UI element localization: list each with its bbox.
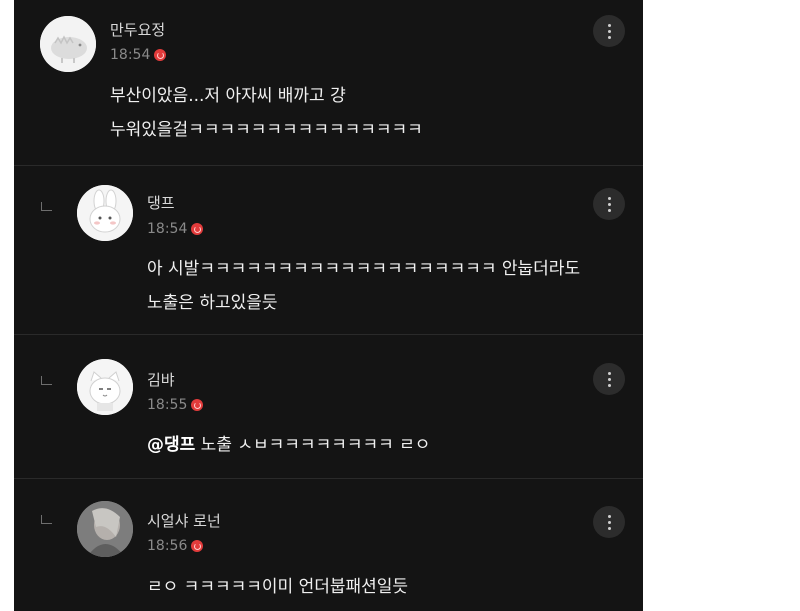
comment-line: 부산이았음...저 아자씨 배까고 걍 (110, 86, 346, 106)
reply-arrow-icon (41, 376, 52, 385)
dinosaur-avatar-icon (40, 16, 96, 72)
new-badge-icon (154, 49, 167, 61)
comment-nickname[interactable]: 댕프 (147, 192, 175, 213)
dot-icon (607, 377, 611, 381)
dot-icon (607, 29, 611, 33)
comment-reply-item: 김뱌 18:55 @댕프 노출 ㅅㅂㅋㅋㅋㅋㅋㅋㅋㅋ ㄹㅇ (14, 335, 643, 478)
comment-text: 노출 ㅅㅂㅋㅋㅋㅋㅋㅋㅋㅋ ㄹㅇ (195, 435, 431, 455)
new-badge-icon (191, 399, 204, 411)
dot-icon (607, 371, 611, 375)
comment-reply-item: 댕프 18:54 아 시발ㅋㅋㅋㅋㅋㅋㅋㅋㅋㅋㅋㅋㅋㅋㅋㅋㅋㅋㅋ 안눕더라도 노… (14, 166, 643, 334)
comment-timestamp: 18:56 (147, 538, 188, 554)
comment-nickname[interactable]: 김뱌 (147, 369, 175, 390)
cat-avatar-icon (77, 359, 133, 415)
comment-body: 아 시발ㅋㅋㅋㅋㅋㅋㅋㅋㅋㅋㅋㅋㅋㅋㅋㅋㅋㅋㅋ 안눕더라도 노출은 하고있을듯 (147, 252, 580, 320)
new-badge-icon (191, 540, 204, 552)
dot-icon (607, 208, 611, 212)
more-options-button[interactable] (593, 506, 625, 538)
comment-timestamp: 18:54 (110, 47, 151, 63)
comment-body: ㄹㅇ ㅋㅋㅋㅋㅋ이미 언더붑패션일듯 (147, 570, 408, 604)
dot-icon (607, 196, 611, 200)
comment-time: 18:55 (147, 397, 204, 413)
dot-icon (607, 520, 611, 524)
comment-item: 만두요정 18:54 부산이았음...저 아자씨 배까고 걍 누워있을걸ㅋㅋㅋㅋ… (14, 0, 643, 165)
dot-icon (607, 23, 611, 27)
comment-time: 18:54 (110, 47, 167, 63)
comment-timestamp: 18:54 (147, 221, 188, 237)
comment-body: @댕프 노출 ㅅㅂㅋㅋㅋㅋㅋㅋㅋㅋ ㄹㅇ (147, 428, 430, 462)
avatar[interactable] (77, 501, 133, 557)
mention-link[interactable]: @댕프 (147, 435, 195, 455)
more-options-button[interactable] (593, 188, 625, 220)
comment-reply-item: 시얼샤 로넌 18:56 ㄹㅇ ㅋㅋㅋㅋㅋ이미 언더붑패션일듯 (14, 479, 643, 611)
reply-arrow-icon (41, 515, 52, 524)
dot-icon (607, 383, 611, 387)
comment-timestamp: 18:55 (147, 397, 188, 413)
new-badge-icon (191, 223, 204, 235)
avatar[interactable] (77, 185, 133, 241)
more-options-button[interactable] (593, 363, 625, 395)
comment-body: 부산이았음...저 아자씨 배까고 걍 누워있을걸ㅋㅋㅋㅋㅋㅋㅋㅋㅋㅋㅋㅋㅋㅋㅋ (110, 79, 423, 147)
reply-arrow-icon (41, 202, 52, 211)
dot-icon (607, 202, 611, 206)
dot-icon (607, 526, 611, 530)
rabbit-avatar-icon (77, 185, 133, 241)
photo-avatar-icon (77, 501, 133, 557)
more-options-button[interactable] (593, 15, 625, 47)
comment-line: ㄹㅇ ㅋㅋㅋㅋㅋ이미 언더붑패션일듯 (147, 577, 409, 597)
comment-line: 아 시발ㅋㅋㅋㅋㅋㅋㅋㅋㅋㅋㅋㅋㅋㅋㅋㅋㅋㅋㅋ 안눕더라도 (147, 259, 581, 279)
dot-icon (607, 514, 611, 518)
comment-line: 노출은 하고있을듯 (147, 293, 278, 313)
avatar[interactable] (40, 16, 96, 72)
comment-nickname[interactable]: 만두요정 (110, 19, 165, 40)
comment-nickname[interactable]: 시얼샤 로넌 (147, 510, 221, 531)
avatar[interactable] (77, 359, 133, 415)
comment-thread: 만두요정 18:54 부산이았음...저 아자씨 배까고 걍 누워있을걸ㅋㅋㅋㅋ… (14, 0, 643, 611)
comment-time: 18:54 (147, 221, 204, 237)
comment-line: 누워있을걸ㅋㅋㅋㅋㅋㅋㅋㅋㅋㅋㅋㅋㅋㅋㅋ (110, 120, 423, 140)
comment-time: 18:56 (147, 538, 204, 554)
dot-icon (607, 35, 611, 39)
